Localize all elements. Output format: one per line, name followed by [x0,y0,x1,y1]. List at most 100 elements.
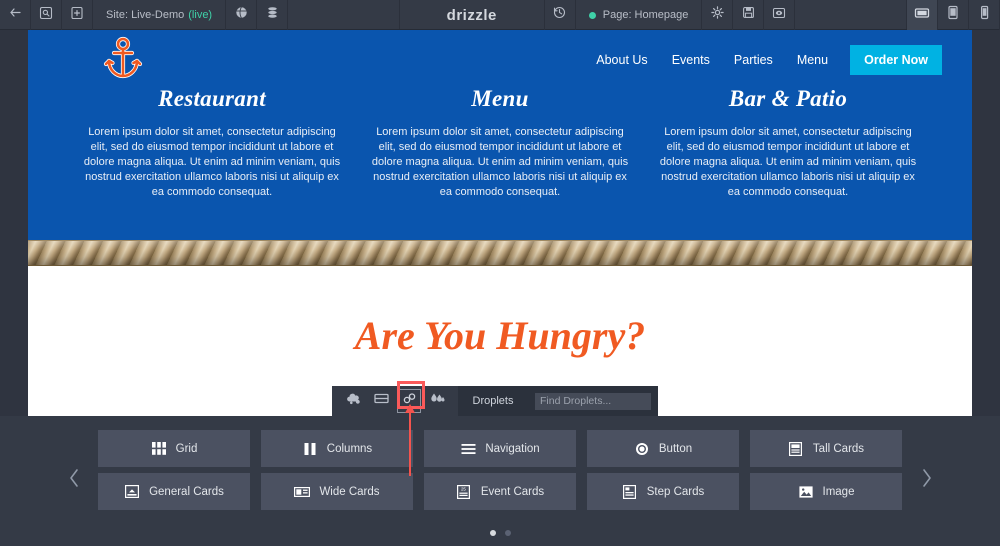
page-status-dot [588,11,596,19]
droplet-panel: Grid Columns Navigation Button Tall Card… [0,416,1000,546]
droplet-card-columns[interactable]: Columns [261,430,413,467]
column-title: Bar & Patio [728,86,848,111]
droplets-tool-button[interactable] [425,389,449,413]
preview-button[interactable] [764,0,796,30]
save-button[interactable] [733,0,765,30]
eye-icon [772,6,786,25]
site-label[interactable]: Site: Live-Demo (live) [93,0,227,30]
annotation-arrow [405,404,415,476]
split-panel-icon [373,392,389,410]
card-label: General Cards [149,485,224,498]
nav-item-about-us[interactable]: About Us [584,46,659,74]
droplet-card-button[interactable]: Button [587,430,739,467]
app-toolbar: Site: Live-Demo (live) drizzle Page: Hom… [0,0,1000,30]
droplet-pagination [0,530,1000,536]
site-status-text: (live) [188,9,213,21]
globe-icon [235,6,248,24]
card-label: Wide Cards [319,485,380,498]
columns-icon [302,441,318,457]
card-label: Navigation [485,442,540,455]
cloud-splash-tool-button[interactable] [341,389,365,413]
svg-text:25: 25 [461,486,466,491]
site-navigation: About Us Events Parties Menu Order Now [584,36,942,75]
canvas-gutter-right [972,30,1000,416]
anchor-icon [103,36,143,85]
database-icon [266,6,279,24]
rope-divider [28,240,972,266]
hero-column-restaurant: Restaurant Lorem ipsum dolor sit amet, c… [68,86,356,200]
history-icon [553,6,566,24]
column-title: Menu [471,86,529,111]
tablet-icon [947,5,959,25]
card-label: Columns [326,442,373,455]
column-body: Lorem ipsum dolor sit amet, consectetur … [83,126,341,198]
nav-item-parties[interactable]: Parties [722,46,785,74]
column-body: Lorem ipsum dolor sit amet, consectetur … [659,126,917,198]
column-body: Lorem ipsum dolor sit amet, consectetur … [371,126,629,198]
droplet-card-general-cards[interactable]: General Cards [98,473,250,510]
droplet-tool-icons [332,386,458,416]
page-label-text: Page: Homepage [602,9,689,21]
droplet-search-input[interactable] [535,392,651,410]
chevron-right-icon [920,468,933,494]
desktop-icon [914,6,930,25]
card-label: Event Cards [480,485,545,498]
droplet-card-grid: Grid Columns Navigation Button Tall Card… [98,430,902,510]
droplets-icon [430,392,445,410]
canvas-gutter-left [0,30,28,416]
site-preview-canvas[interactable]: About Us Events Parties Menu Order Now R… [28,30,972,416]
app-logo: drizzle [400,0,545,30]
card-label: Image [822,485,855,498]
wide-cards-icon [294,484,311,500]
order-now-button[interactable]: Order Now [850,45,942,75]
page-selector[interactable]: Page: Homepage [576,0,703,30]
droplet-card-wide-cards[interactable]: Wide Cards [261,473,413,510]
add-page-button[interactable] [62,0,93,30]
droplet-card-tall-cards[interactable]: Tall Cards [750,430,902,467]
hero-section: About Us Events Parties Menu Order Now R… [28,30,972,240]
site-label-text: Site: Live-Demo [106,9,185,21]
globe-button[interactable] [226,0,258,30]
device-tablet-button[interactable] [938,0,970,30]
inspect-page-button[interactable] [31,0,62,30]
card-label: Step Cards [646,485,705,498]
save-icon [742,6,755,24]
inspect-page-icon [39,6,53,25]
column-title: Restaurant [158,86,266,111]
gear-icon [711,6,724,24]
toolbar-spacer-left [288,0,400,29]
hero-column-bar-patio: Bar & Patio Lorem ipsum dolor sit amet, … [644,86,932,200]
cloud-splash-icon [346,392,361,410]
droplet-prev-button[interactable] [62,466,86,496]
hungry-headline: Are You Hungry? [354,312,646,358]
button-icon [634,441,650,457]
droplet-toolbar: Droplets [332,386,658,416]
back-button[interactable] [0,0,31,30]
pagination-dot-1[interactable] [489,530,496,536]
device-mobile-button[interactable] [969,0,1000,30]
droplet-card-navigation[interactable]: Navigation [424,430,576,467]
split-panel-tool-button[interactable] [369,389,393,413]
droplet-next-button[interactable] [914,466,938,496]
droplet-card-step-cards[interactable]: Step Cards [587,473,739,510]
card-label: Button [658,442,693,455]
nav-item-menu[interactable]: Menu [785,46,840,74]
hero-columns: Restaurant Lorem ipsum dolor sit amet, c… [28,86,972,200]
nav-item-events[interactable]: Events [660,46,722,74]
settings-button[interactable] [702,0,734,30]
back-arrow-icon [9,6,22,24]
site-logo[interactable] [103,36,153,86]
droplet-card-event-cards[interactable]: 25 Event Cards [424,473,576,510]
mobile-icon [979,5,990,25]
add-page-icon [70,6,84,25]
navigation-icon [460,441,476,457]
device-desktop-button[interactable] [907,0,939,30]
database-button[interactable] [257,0,289,30]
droplet-card-grid-item[interactable]: Grid [98,430,250,467]
droplet-card-image[interactable]: Image [750,473,902,510]
history-button[interactable] [545,0,576,30]
tab-droplets[interactable]: Droplets [458,386,528,416]
general-cards-icon [124,484,140,500]
card-label: Tall Cards [812,442,865,455]
pagination-dot-2[interactable] [504,530,511,536]
